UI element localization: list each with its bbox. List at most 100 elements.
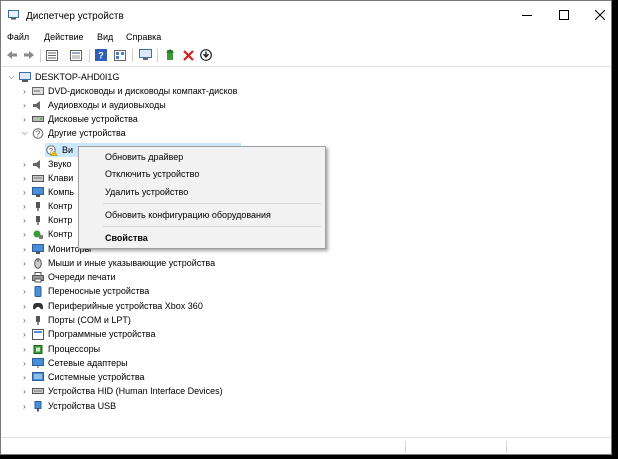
chevron-right-icon[interactable]: › — [20, 327, 29, 341]
forward-arrow-icon[interactable] — [22, 48, 36, 62]
menu-view[interactable]: Вид — [97, 32, 113, 42]
tree-item-keyboards[interactable]: › Клави — [20, 171, 73, 185]
chevron-right-icon[interactable]: › — [20, 284, 29, 298]
title-bar[interactable]: Диспетчер устройств — [1, 1, 611, 29]
chevron-right-icon[interactable]: › — [20, 242, 29, 256]
tree-root[interactable]: ⌵ DESKTOP-AHD0I1G — [7, 70, 119, 84]
tree-item-other-devices[interactable]: ⌵ ? Другие устройства — [20, 126, 126, 140]
menu-separator — [103, 203, 321, 204]
device-manager-window: Диспетчер устройств Файл Действие Вид Сп… — [0, 0, 612, 455]
printer-icon — [32, 271, 44, 283]
chevron-down-icon[interactable]: ⌵ — [7, 70, 16, 84]
disk-drive-icon — [32, 114, 44, 125]
tree-item-label: Аудиовходы и аудиовыходы — [48, 100, 166, 110]
chevron-right-icon[interactable]: › — [20, 213, 29, 227]
back-arrow-icon[interactable] — [5, 48, 19, 62]
properties-icon[interactable] — [69, 48, 83, 62]
tree-item-system-devices[interactable]: › Системные устройства — [20, 370, 145, 384]
device-tree: ⌵ DESKTOP-AHD0I1G › DVD-дисководы и диск… — [1, 67, 611, 437]
speaker-icon — [32, 100, 44, 111]
tree-root-label: DESKTOP-AHD0I1G — [35, 72, 120, 82]
tree-item-label: Компь — [48, 187, 74, 197]
disable-device-menu-item[interactable]: Отключить устройство — [105, 169, 199, 179]
chevron-right-icon[interactable]: › — [20, 313, 29, 327]
tree-item-network-adapters[interactable]: › Сетевые адаптеры — [20, 356, 128, 370]
chevron-right-icon[interactable]: › — [20, 299, 29, 313]
minimize-button[interactable] — [512, 5, 542, 25]
usb-plug-icon — [32, 215, 44, 226]
tree-item-software-devices[interactable]: › Программные устройства — [20, 327, 155, 341]
chevron-right-icon[interactable]: › — [20, 98, 29, 112]
tree-item-label: Программные устройства — [48, 329, 156, 339]
tree-item-mice[interactable]: › Мыши и иные указывающие устройства — [20, 256, 215, 270]
tree-item-label: Сетевые адаптеры — [48, 358, 128, 368]
tree-item-label: Дисковые устройства — [48, 114, 138, 124]
chevron-right-icon[interactable]: › — [20, 356, 29, 370]
computer-icon — [19, 71, 31, 83]
chevron-right-icon[interactable]: › — [20, 270, 29, 284]
help-icon[interactable]: ? — [94, 48, 108, 62]
chevron-right-icon[interactable]: › — [20, 171, 29, 185]
usb-icon — [32, 400, 44, 412]
tree-item-disk-drives[interactable]: › Дисковые устройства — [20, 112, 138, 126]
chevron-right-icon[interactable]: › — [20, 84, 29, 98]
tree-item-processors[interactable]: › Процессоры — [20, 342, 100, 356]
tree-item-label: Клави — [48, 173, 74, 183]
scan-monitor-icon[interactable] — [138, 48, 152, 62]
toolbar-separator — [157, 49, 158, 62]
svg-text:?: ? — [98, 51, 104, 61]
uninstall-x-icon[interactable] — [181, 48, 195, 62]
update-driver-icon[interactable] — [163, 48, 177, 62]
tree-item-label: Контр — [48, 215, 73, 225]
chevron-right-icon[interactable]: › — [20, 157, 29, 171]
tree-item-label: Системные устройства — [48, 372, 145, 382]
chevron-right-icon[interactable]: › — [20, 370, 29, 384]
tree-item-controllers-2[interactable]: › Контр — [20, 213, 72, 227]
tree-item-xbox-peripherals[interactable]: › Периферийные устройства Xbox 360 — [20, 299, 203, 313]
menu-bar: Файл Действие Вид Справка — [1, 29, 611, 46]
tree-item-portable-devices[interactable]: › Переносные устройства — [20, 284, 149, 298]
tree-item-usb-devices[interactable]: › Устройства USB — [20, 399, 116, 413]
context-menu: Обновить драйвер Отключить устройство Уд… — [78, 146, 326, 249]
chevron-right-icon[interactable]: › — [20, 227, 29, 241]
uninstall-device-menu-item[interactable]: Удалить устройство — [105, 187, 188, 197]
tree-item-hid-devices[interactable]: › Устройства HID (Human Interface Device… — [20, 384, 222, 398]
properties-menu-item[interactable]: Свойства — [105, 233, 148, 243]
warning-device-icon: ? — [46, 144, 58, 156]
scan-hardware-menu-item[interactable]: Обновить конфигурацию оборудования — [105, 210, 271, 220]
update-driver-menu-item[interactable]: Обновить драйвер — [105, 152, 183, 162]
toolbar: ? — [1, 46, 611, 67]
mouse-icon — [32, 257, 44, 269]
tree-item-label: Периферийные устройства Xbox 360 — [48, 301, 203, 311]
storage-controller-icon — [32, 229, 44, 240]
chevron-right-icon[interactable]: › — [20, 384, 29, 398]
status-bar-divider — [506, 441, 507, 453]
tree-item-print-queues[interactable]: › Очереди печати — [20, 270, 116, 284]
close-button[interactable] — [585, 5, 611, 25]
tree-item-controllers-3[interactable]: › Контр — [20, 227, 72, 241]
chevron-right-icon[interactable]: › — [20, 112, 29, 126]
tree-item-label: Порты (COM и LPT) — [48, 315, 131, 325]
chevron-right-icon[interactable]: › — [20, 199, 29, 213]
tree-item-audio-io[interactable]: › Аудиовходы и аудиовыходы — [20, 98, 166, 112]
processor-icon — [32, 344, 44, 355]
tree-item-ports[interactable]: › Порты (COM и LPT) — [20, 313, 131, 327]
chevron-down-icon[interactable]: ⌵ — [20, 126, 29, 140]
menu-help[interactable]: Справка — [126, 32, 161, 42]
chevron-right-icon[interactable]: › — [20, 185, 29, 199]
system-device-icon — [32, 371, 44, 383]
download-circle-icon[interactable] — [199, 48, 213, 62]
tree-item-sound[interactable]: › Звуко — [20, 157, 71, 171]
tree-item-controllers-1[interactable]: › Контр — [20, 199, 72, 213]
tree-view-icon[interactable] — [45, 48, 59, 62]
menu-file[interactable]: Файл — [7, 32, 29, 42]
chevron-right-icon[interactable]: › — [20, 256, 29, 270]
tree-item-dvd[interactable]: › DVD-дисководы и дисководы компакт-диск… — [20, 84, 237, 98]
action-view-icon[interactable] — [113, 48, 127, 62]
tree-item-computer[interactable]: › Компь — [20, 185, 74, 199]
maximize-button[interactable] — [549, 5, 579, 25]
tree-item-selected-device[interactable]: ? Ви — [46, 143, 73, 157]
menu-action[interactable]: Действие — [44, 32, 84, 42]
chevron-right-icon[interactable]: › — [20, 399, 29, 413]
chevron-right-icon[interactable]: › — [20, 342, 29, 356]
